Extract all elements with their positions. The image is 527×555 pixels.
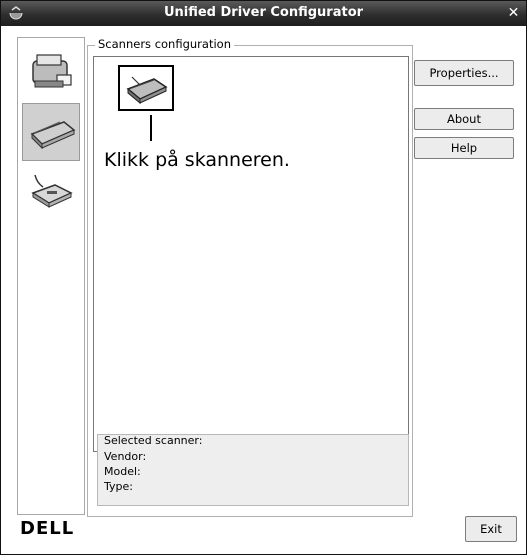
- scanner-list-item[interactable]: [118, 65, 174, 111]
- model-label: Model:: [104, 465, 141, 478]
- properties-button[interactable]: Properties...: [414, 60, 514, 86]
- sidebar-item-printers[interactable]: [22, 43, 80, 101]
- sidebar-item-ports[interactable]: [22, 163, 80, 221]
- callout-line: [150, 115, 152, 141]
- printer-icon: [32, 54, 72, 88]
- application-window: Unified Driver Configurator ✕ Scanners c…: [0, 0, 527, 555]
- type-label: Type:: [104, 480, 133, 493]
- group-label: Scanners configuration: [95, 37, 234, 51]
- exit-button[interactable]: Exit: [465, 516, 517, 542]
- callout-text: Klikk på skanneren.: [104, 149, 290, 171]
- scanner-icon: [30, 121, 76, 150]
- title-bar[interactable]: Unified Driver Configurator ✕: [1, 1, 526, 26]
- help-button[interactable]: Help: [414, 137, 514, 159]
- about-button[interactable]: About: [414, 108, 514, 130]
- selected-scanner-title: Selected scanner:: [104, 434, 203, 447]
- scanner-list[interactable]: Klikk på skanneren.: [93, 56, 409, 452]
- dell-logo: DELL: [20, 518, 75, 539]
- selected-scanner-panel: Selected scanner: Vendor: Model: Type:: [97, 434, 409, 506]
- scanner-icon: [126, 76, 168, 105]
- sidebar-item-scanners[interactable]: [22, 103, 80, 161]
- port-icon: [31, 174, 73, 208]
- vendor-label: Vendor:: [104, 450, 147, 463]
- window-title: Unified Driver Configurator: [163, 5, 364, 20]
- close-icon[interactable]: ✕: [507, 6, 520, 20]
- client-area: Scanners configuration Klikk på skannere…: [5, 29, 522, 550]
